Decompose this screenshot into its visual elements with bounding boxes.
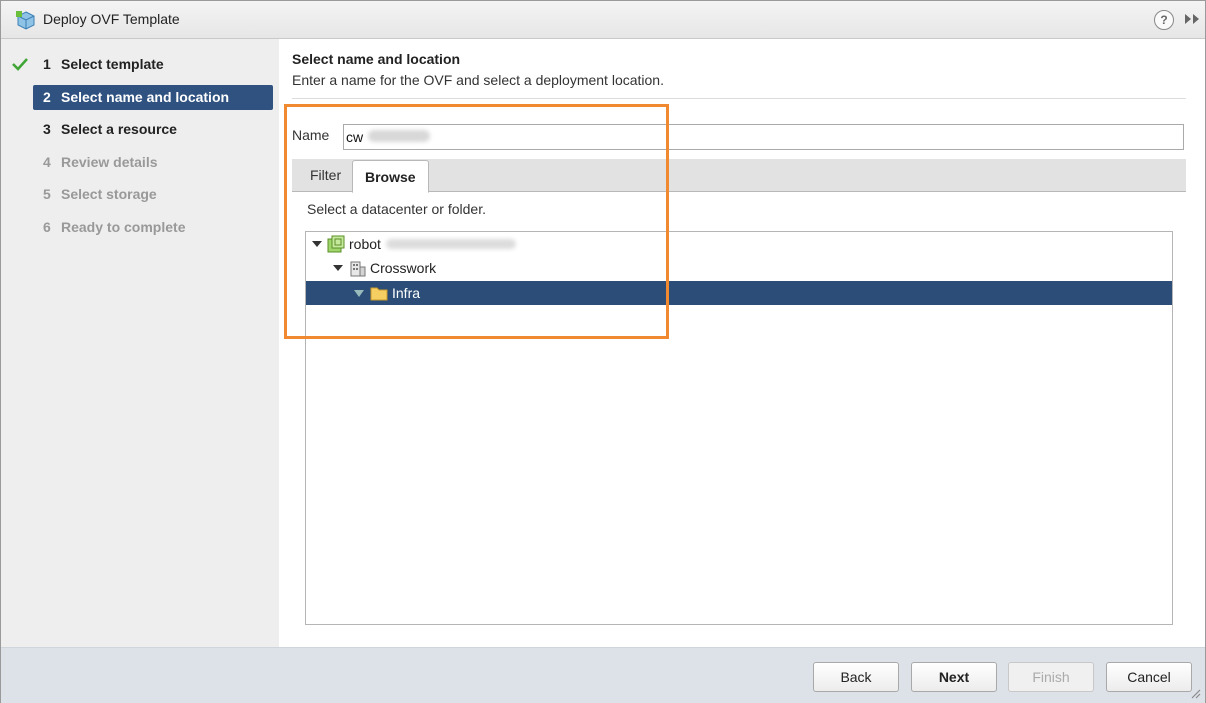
title-bar: Deploy OVF Template ?	[1, 1, 1205, 39]
step-label: Select template	[61, 56, 164, 72]
step-select-storage: 5 Select storage	[33, 182, 273, 207]
step-label: Ready to complete	[61, 219, 186, 235]
step-select-name-and-location[interactable]: 2 Select name and location	[33, 85, 273, 110]
step-label: Select a resource	[61, 121, 177, 137]
step-select-template[interactable]: 1 Select template	[33, 52, 273, 77]
step-label: Select name and location	[61, 89, 230, 105]
step-select-resource[interactable]: 3 Select a resource	[33, 117, 273, 142]
dialog-title: Deploy OVF Template	[43, 11, 180, 27]
next-button[interactable]: Next	[911, 662, 997, 692]
step-number: 5	[43, 186, 51, 202]
step-number: 4	[43, 154, 51, 170]
ovf-template-icon	[16, 11, 35, 30]
page-title: Select name and location	[292, 51, 461, 67]
wizard-steps-sidebar: 1 Select template 2 Select name and loca…	[1, 39, 279, 647]
wizard-footer: Back Next Finish Cancel	[1, 647, 1205, 703]
page-subtitle: Enter a name for the OVF and select a de…	[292, 72, 664, 88]
expand-icon[interactable]	[1182, 10, 1202, 28]
step-number: 3	[43, 121, 51, 137]
deploy-ovf-dialog: Deploy OVF Template ? 1 Select template …	[0, 0, 1206, 703]
step-number: 6	[43, 219, 51, 235]
check-icon	[12, 58, 28, 71]
cancel-button[interactable]: Cancel	[1106, 662, 1192, 692]
step-label: Select storage	[61, 186, 157, 202]
highlight-box	[284, 104, 669, 339]
help-icon[interactable]: ?	[1154, 10, 1174, 30]
divider	[292, 98, 1186, 99]
finish-button: Finish	[1008, 662, 1094, 692]
back-button[interactable]: Back	[813, 662, 899, 692]
step-number: 1	[43, 56, 51, 72]
resize-grip-icon[interactable]	[1189, 687, 1201, 699]
step-ready-to-complete: 6 Ready to complete	[33, 215, 273, 240]
step-number: 2	[43, 89, 51, 105]
step-label: Review details	[61, 154, 158, 170]
step-review-details: 4 Review details	[33, 150, 273, 175]
